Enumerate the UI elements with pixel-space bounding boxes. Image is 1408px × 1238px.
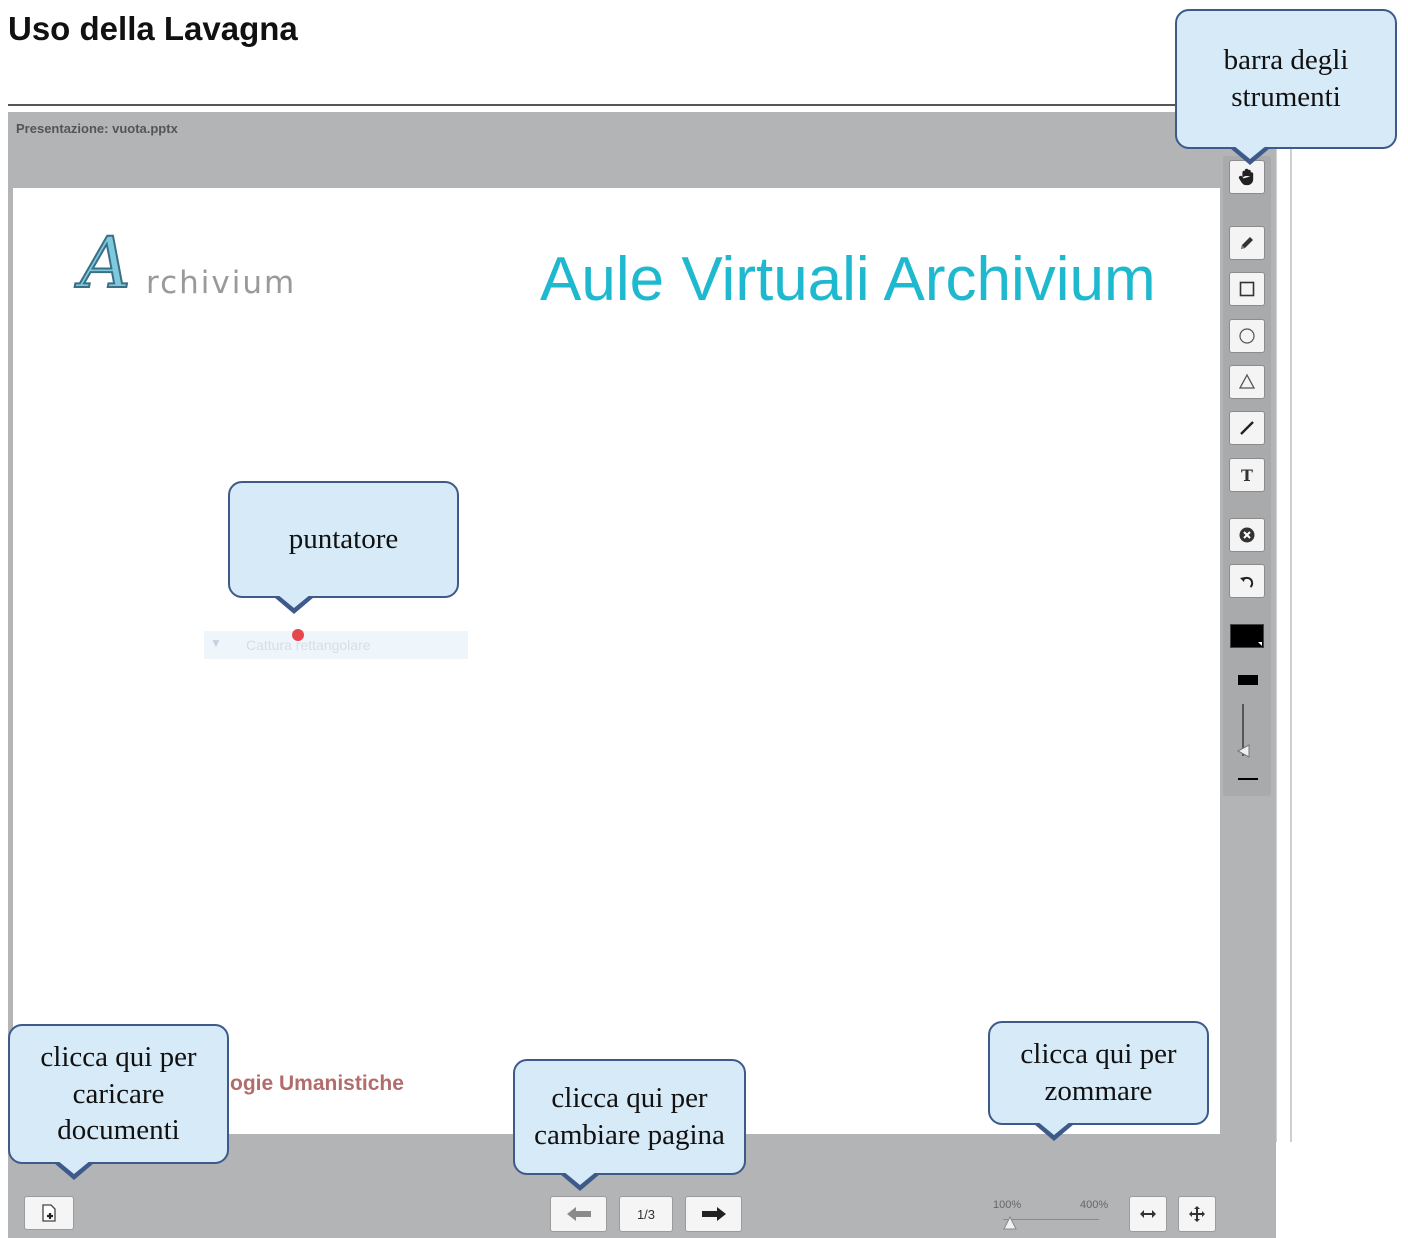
undo-icon xyxy=(1240,576,1254,588)
zoom-callout-text: clicca qui per zommare xyxy=(1020,1038,1177,1107)
upload-callout-tail-fill xyxy=(57,1160,91,1174)
color-picker-corner-icon xyxy=(1258,642,1262,646)
whiteboard-right-panel xyxy=(1276,112,1291,1142)
upload-callout-text: clicca qui per caricare documenti xyxy=(40,1040,197,1147)
toolbar-callout: barra degli strumenti xyxy=(1175,9,1397,149)
title-divider xyxy=(8,104,1290,106)
pan-hand-button[interactable] xyxy=(1229,160,1265,194)
add-document-icon xyxy=(42,1204,56,1222)
pencil-icon xyxy=(1241,237,1253,249)
move-arrows-icon xyxy=(1189,1206,1205,1222)
toolbar-callout-text: barra degli strumenti xyxy=(1223,44,1349,113)
slide-title: Aule Virtuali Archivium xyxy=(540,245,1156,314)
pencil-button[interactable] xyxy=(1229,226,1265,260)
clear-circle-x-icon xyxy=(1239,527,1255,543)
triangle-icon xyxy=(1238,373,1256,389)
page-callout-tail-fill xyxy=(563,1171,597,1185)
text-button[interactable]: T xyxy=(1229,458,1265,492)
zoom-slider-track[interactable] xyxy=(1003,1219,1099,1220)
circle-button[interactable] xyxy=(1229,319,1265,353)
text-icon: T xyxy=(1241,466,1253,484)
page-callout-text: clicca qui per cambiare pagina xyxy=(534,1082,725,1151)
undo-button[interactable] xyxy=(1229,564,1265,598)
toolbar-callout-tail-fill xyxy=(1233,145,1267,159)
archivium-logo-text: rchivium xyxy=(146,265,297,301)
whiteboard-canvas[interactable] xyxy=(13,188,1220,1134)
horizontal-arrows-icon xyxy=(1140,1210,1156,1218)
ghost-capture-label: Cattura rettangolare xyxy=(246,637,371,653)
thickness-indicator xyxy=(1238,675,1258,685)
rectangle-icon xyxy=(1239,281,1255,297)
clear-button[interactable] xyxy=(1229,518,1265,552)
zoom-thumb-icon xyxy=(1003,1215,1017,1230)
pointer-icon xyxy=(292,629,304,641)
previous-page-button[interactable] xyxy=(550,1196,607,1232)
hand-icon xyxy=(1238,168,1254,186)
upload-document-button[interactable] xyxy=(24,1196,74,1230)
triangle-button[interactable] xyxy=(1229,365,1265,399)
ghost-dropdown-icon: ▼ xyxy=(210,636,222,650)
size-slider-thumb[interactable] xyxy=(1236,744,1250,763)
next-page-button[interactable] xyxy=(685,1196,742,1232)
rectangle-button[interactable] xyxy=(1229,272,1265,306)
zoom-callout: clicca qui per zommare xyxy=(988,1021,1209,1125)
min-size-indicator xyxy=(1238,778,1258,780)
zoom-min-label: 100% xyxy=(993,1199,1022,1211)
line-icon xyxy=(1240,421,1254,435)
pointer-callout-text: puntatore xyxy=(288,523,399,556)
slide-footer-text: ogie Umanistiche xyxy=(230,1072,404,1095)
zoom-max-label: 400% xyxy=(1080,1199,1109,1211)
page-callout: clicca qui per cambiare pagina xyxy=(513,1059,746,1175)
svg-text:T: T xyxy=(1241,466,1253,484)
upload-callout: clicca qui per caricare documenti xyxy=(8,1024,229,1164)
arrow-left-icon xyxy=(566,1207,591,1221)
fit-width-button[interactable] xyxy=(1129,1196,1167,1232)
presentation-label: Presentazione: vuota.pptx xyxy=(16,121,178,136)
pointer-callout: puntatore xyxy=(228,481,459,598)
fit-page-button[interactable] xyxy=(1178,1196,1216,1232)
page-indicator: 1/3 xyxy=(619,1196,673,1232)
whiteboard-right-border xyxy=(1290,112,1292,1142)
line-button[interactable] xyxy=(1229,411,1265,445)
slider-thumb-icon xyxy=(1236,744,1250,758)
zoom-callout-tail-fill xyxy=(1037,1121,1071,1135)
pointer-callout-tail-fill xyxy=(277,594,311,608)
zoom-slider-thumb[interactable] xyxy=(1003,1215,1017,1235)
archivium-logo-letter: A xyxy=(79,222,132,304)
arrow-right-icon xyxy=(701,1207,726,1221)
circle-icon xyxy=(1239,328,1255,344)
page-title: Uso della Lavagna xyxy=(8,10,298,47)
